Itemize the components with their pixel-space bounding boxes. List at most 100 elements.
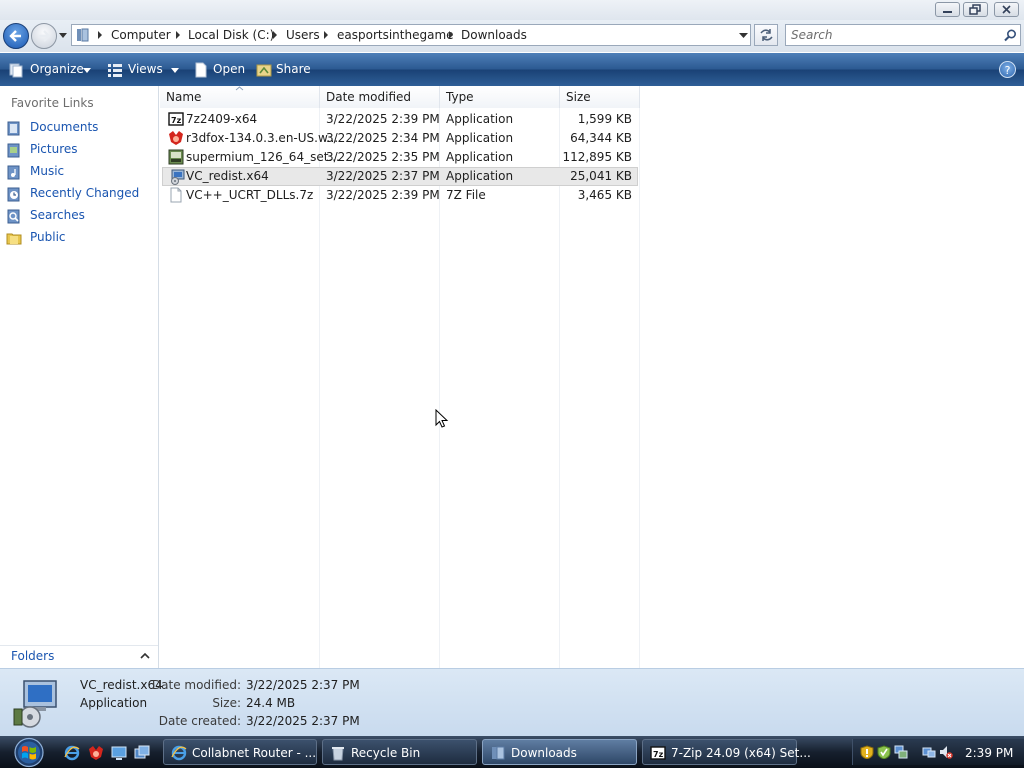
organize-icon <box>9 63 23 78</box>
details-date-modified-label: Date modified: <box>151 678 241 692</box>
breadcrumb-users[interactable]: Users <box>286 28 320 42</box>
breadcrumb-separator[interactable] <box>324 31 328 39</box>
taskbar-button-label: 7-Zip 24.09 (x64) Set... <box>671 746 811 760</box>
recent-pages-dropdown-icon[interactable] <box>58 32 68 40</box>
minimize-icon <box>943 11 952 13</box>
svg-text:7z: 7z <box>171 116 182 125</box>
open-button[interactable]: Open <box>213 62 245 76</box>
recently-changed-icon <box>7 187 20 202</box>
share-button[interactable]: Share <box>276 62 311 76</box>
forward-button[interactable] <box>31 23 57 49</box>
refresh-icon <box>760 29 773 41</box>
details-size-label: Size: <box>212 696 241 710</box>
details-size: 24.4 MB <box>246 696 296 710</box>
organize-button[interactable]: Organize <box>30 62 84 76</box>
breadcrumb-separator[interactable] <box>98 31 102 39</box>
network-icon[interactable] <box>894 745 908 759</box>
details-date-modified: 3/22/2025 2:37 PM <box>246 678 360 692</box>
favorite-link-searches[interactable]: Searches <box>6 207 156 225</box>
internet-explorer-quicklaunch-icon[interactable] <box>64 745 80 761</box>
mouse-cursor-icon <box>435 409 449 428</box>
column-header-size[interactable]: Size <box>560 86 640 108</box>
folders-toggle[interactable]: Folders <box>0 645 158 668</box>
favorite-link-public[interactable]: Public <box>6 229 156 247</box>
column-header-date-modified[interactable]: Date modified <box>320 86 440 108</box>
7zip-icon: 7z <box>650 746 666 760</box>
file-name: VC_redist.x64 <box>186 169 269 183</box>
file-row[interactable]: r3dfox-134.0.3.en-US.w... 3/22/2025 2:34… <box>162 129 638 148</box>
file-type: Application <box>446 150 514 164</box>
favorite-link-music[interactable]: Music <box>6 163 156 181</box>
search-input[interactable]: Search <box>785 24 1021 46</box>
back-arrow-icon <box>9 30 21 42</box>
folder-location-icon <box>77 28 89 42</box>
start-button[interactable] <box>8 737 50 768</box>
security-warning-icon[interactable] <box>860 745 874 759</box>
file-size: 3,465 KB <box>577 188 632 202</box>
favorite-link-recently-changed[interactable]: Recently Changed <box>6 185 156 203</box>
file-row[interactable]: VC++_UCRT_DLLs.7z 3/22/2025 2:39 PM 7Z F… <box>162 186 638 205</box>
file-date: 3/22/2025 2:39 PM <box>326 112 440 126</box>
close-icon <box>1002 5 1011 14</box>
supermium-icon <box>168 149 184 165</box>
file-row[interactable]: 7z 7z2409-x64 3/22/2025 2:39 PM Applicat… <box>162 110 638 129</box>
title-bar <box>0 0 1024 20</box>
views-dropdown-icon[interactable] <box>171 68 179 73</box>
address-bar[interactable]: Computer Local Disk (C:) Users easportsi… <box>71 24 751 46</box>
breadcrumb-user-folder[interactable]: easportsinthegame <box>337 28 454 42</box>
file-name: r3dfox-134.0.3.en-US.w... <box>186 131 339 145</box>
file-name: supermium_126_64_set... <box>186 150 340 164</box>
file-row-selected[interactable]: VC_redist.x64 3/22/2025 2:37 PM Applicat… <box>162 167 638 186</box>
maximize-button[interactable] <box>963 2 988 17</box>
minimize-button[interactable] <box>935 2 960 17</box>
details-date-created: 3/22/2025 2:37 PM <box>246 714 360 728</box>
show-desktop-icon[interactable] <box>111 745 127 761</box>
breadcrumb-separator[interactable] <box>449 31 453 39</box>
system-clock[interactable]: 2:39 PM <box>965 746 1013 760</box>
installer-icon <box>171 169 185 185</box>
breadcrumb-computer[interactable]: Computer <box>111 28 171 42</box>
organize-dropdown-icon[interactable] <box>83 68 91 73</box>
favorite-link-pictures[interactable]: Pictures <box>6 141 156 159</box>
taskbar-button-label: Downloads <box>511 746 577 760</box>
search-icon[interactable] <box>1004 29 1017 42</box>
column-header-name[interactable]: Name <box>160 86 320 108</box>
pictures-icon <box>7 143 20 158</box>
help-button[interactable]: ? <box>999 61 1016 78</box>
r3dfox-quicklaunch-icon[interactable] <box>88 745 104 761</box>
favorite-link-label: Recently Changed <box>30 186 140 200</box>
taskbar-button-recycle-bin[interactable]: Recycle Bin <box>322 739 477 765</box>
taskbar-button-label: Recycle Bin <box>351 746 421 760</box>
file-row[interactable]: supermium_126_64_set... 3/22/2025 2:35 P… <box>162 148 638 167</box>
music-icon <box>7 165 20 180</box>
taskbar-button-downloads[interactable]: Downloads <box>482 739 637 765</box>
svg-text:7z: 7z <box>653 750 664 759</box>
volume-muted-icon[interactable] <box>939 745 953 759</box>
favorite-link-label: Music <box>30 164 65 178</box>
column-header-label: Name <box>166 90 202 104</box>
favorite-link-label: Documents <box>30 120 99 134</box>
address-dropdown-icon[interactable] <box>739 33 748 39</box>
taskbar-button-collabnet-router[interactable]: Collabnet Router - ... <box>163 739 317 765</box>
column-header-type[interactable]: Type <box>440 86 560 108</box>
breadcrumb-separator[interactable] <box>176 31 180 39</box>
file-size: 64,344 KB <box>570 131 632 145</box>
breadcrumb-local-disk[interactable]: Local Disk (C:) <box>188 28 274 42</box>
favorite-link-documents[interactable]: Documents <box>6 119 156 137</box>
refresh-button[interactable] <box>754 24 778 46</box>
public-folder-icon <box>6 233 22 245</box>
file-size: 1,599 KB <box>577 112 632 126</box>
breadcrumb-downloads[interactable]: Downloads <box>461 28 527 42</box>
breadcrumb-separator[interactable] <box>273 31 277 39</box>
windows-defender-icon[interactable] <box>877 745 891 759</box>
views-icon <box>108 64 122 77</box>
taskbar-button-7zip-setup[interactable]: 7z 7-Zip 24.09 (x64) Set... <box>642 739 811 765</box>
network-connection-icon[interactable] <box>922 745 936 759</box>
file-date: 3/22/2025 2:37 PM <box>326 169 440 183</box>
close-button[interactable] <box>994 2 1019 17</box>
column-header-label: Size <box>566 90 591 104</box>
views-button[interactable]: Views <box>128 62 163 76</box>
back-button[interactable] <box>3 23 29 49</box>
switch-windows-icon[interactable] <box>134 745 150 761</box>
file-type: Application <box>446 112 514 126</box>
